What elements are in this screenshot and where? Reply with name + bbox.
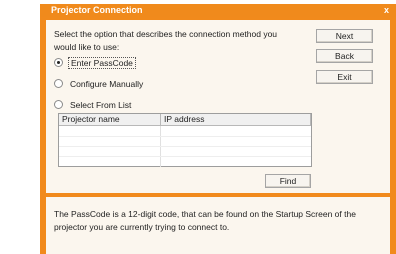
row-divider: [59, 146, 311, 147]
radio-unselected-icon[interactable]: [54, 100, 63, 109]
options-panel: Select the option that describes the con…: [46, 20, 390, 193]
help-panel: The PassCode is a 12-digit code, that ca…: [46, 197, 390, 254]
instructions-text: Select the option that describes the con…: [54, 29, 278, 52]
next-button[interactable]: Next: [316, 29, 373, 43]
title-bar: Projector Connection x: [40, 4, 396, 17]
column-header-ip-address[interactable]: IP address: [161, 114, 311, 125]
column-header-projector-name[interactable]: Projector name: [59, 114, 161, 125]
back-button[interactable]: Back: [316, 49, 373, 63]
close-icon[interactable]: x: [384, 5, 389, 15]
radio-label-select-from-list: Select From List: [70, 99, 132, 110]
radio-enter-passcode[interactable]: Enter PassCode: [54, 56, 136, 69]
projector-connection-window: Projector Connection x Select the option…: [40, 4, 396, 254]
find-button[interactable]: Find: [265, 174, 311, 188]
list-header: Projector name IP address: [59, 114, 311, 126]
radio-configure-manually[interactable]: Configure Manually: [54, 77, 145, 90]
radio-label-configure-manually: Configure Manually: [70, 78, 144, 89]
radio-selected-icon[interactable]: [54, 58, 63, 67]
exit-button[interactable]: Exit: [316, 70, 373, 84]
radio-unselected-icon[interactable]: [54, 79, 63, 88]
row-divider: [59, 156, 311, 157]
projector-list[interactable]: Projector name IP address: [58, 113, 312, 167]
help-text: The PassCode is a 12-digit code, that ca…: [54, 209, 356, 232]
list-body[interactable]: [59, 126, 311, 167]
window-title: Projector Connection: [51, 5, 143, 15]
row-divider: [59, 136, 311, 137]
radio-label-enter-passcode: Enter PassCode: [68, 56, 136, 69]
radio-select-from-list[interactable]: Select From List: [54, 98, 133, 111]
